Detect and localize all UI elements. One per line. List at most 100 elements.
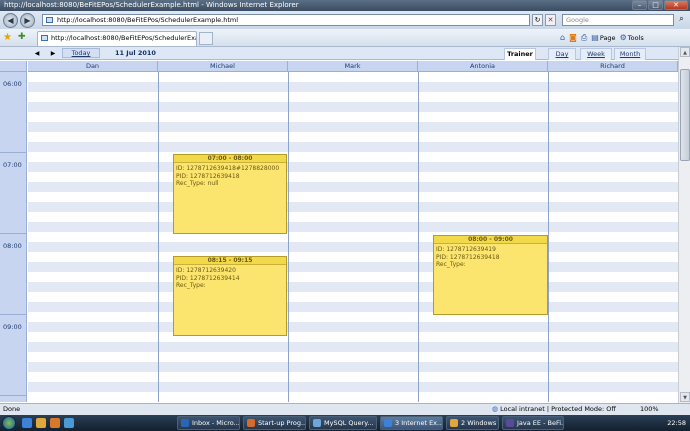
tab-day[interactable]: Day (548, 48, 576, 60)
hour-label: 09:00 (3, 323, 22, 331)
tools-menu[interactable]: ⚙ Tools (620, 32, 644, 44)
column-divider (548, 72, 549, 402)
appointment-pid: PID: 1278712639418 (436, 253, 500, 261)
scroll-thumb[interactable] (680, 69, 690, 161)
taskbar-item-label: 3 Internet Ex... (395, 419, 443, 427)
minimize-button[interactable]: – (632, 0, 647, 10)
search-input[interactable]: Google (562, 14, 674, 26)
appointment-card[interactable]: 08:15 - 09:15 ID: 1278712639420 PID: 127… (173, 256, 287, 336)
new-tab-button[interactable] (199, 32, 213, 45)
hour-label: 06:00 (3, 80, 22, 88)
home-button[interactable]: ⌂ (560, 32, 565, 44)
today-button[interactable]: Today (62, 48, 100, 58)
time-gutter: 06:00 07:00 08:00 09:00 (0, 72, 27, 402)
globe-icon: ◍ (492, 405, 499, 413)
maximize-button[interactable]: □ (648, 0, 663, 10)
system-tray: 22:58 (636, 416, 690, 430)
app-quicklaunch-icon[interactable] (64, 418, 74, 428)
browser-tab[interactable]: http://localhost:8080/BeFitEPos/Schedule… (37, 31, 197, 46)
appointment-card[interactable]: 07:00 - 08:00 ID: 1278712639418#12788280… (173, 154, 287, 234)
prev-date-button[interactable]: ◀ (30, 49, 44, 58)
feeds-button[interactable]: ◙ (569, 32, 577, 44)
hour-label: 08:00 (3, 242, 22, 250)
status-text: Done (3, 405, 21, 413)
eclipse-icon (506, 419, 514, 427)
taskbar-item-mysql[interactable]: MySQL Query... (309, 416, 377, 430)
taskbar-item-ie[interactable]: 3 Internet Ex... (380, 416, 443, 430)
current-date: 11 Jul 2010 (115, 49, 156, 57)
close-button[interactable]: ✕ (664, 0, 688, 10)
column-divider (288, 72, 289, 402)
taskbar-item-windows[interactable]: 2 Windows ... (446, 416, 499, 430)
scheduler-toolbar: ◀ ▶ Today 11 Jul 2010 Trainer Day Week M… (0, 47, 678, 60)
zoom-level[interactable]: 100% (640, 404, 659, 415)
security-zone[interactable]: ◍ Local intranet | Protected Mode: Off (492, 404, 616, 415)
column-header-richard: Richard (548, 61, 678, 72)
column-divider (158, 72, 159, 402)
appointment-time: 07:00 - 08:00 (174, 155, 286, 163)
tab-bar: ★ ✚ http://localhost:8080/BeFitEPos/Sche… (0, 29, 690, 47)
taskbar-item-eclipse[interactable]: Java EE - BeFi... (502, 416, 564, 430)
print-icon: ⎙ (580, 33, 588, 42)
taskbar-item-startup[interactable]: Start-up Prog... (243, 416, 306, 430)
print-button[interactable]: ⎙ (581, 32, 587, 44)
scroll-up-button[interactable]: ▲ (680, 47, 690, 57)
page-icon (46, 17, 53, 23)
appointment-card[interactable]: 08:00 - 09:00 ID: 1278712639419 PID: 127… (433, 235, 548, 315)
column-header-antonia: Antonia (418, 61, 548, 72)
hour-divider (0, 233, 27, 234)
taskbar-item-outlook[interactable]: Inbox - Micro... (177, 416, 240, 430)
appointment-pid: PID: 1278712639418 (176, 172, 240, 180)
compat-view-button[interactable]: ↻ (532, 14, 543, 26)
taskbar-item-label: 2 Windows ... (461, 419, 498, 427)
tab-week[interactable]: Week (580, 48, 612, 60)
appointment-time: 08:00 - 09:00 (434, 236, 547, 244)
start-button[interactable] (2, 416, 16, 430)
address-bar: ◀ ▶ http://localhost:8080/BeFitEPos/Sche… (0, 11, 690, 29)
security-zone-label: Local intranet | Protected Mode: Off (500, 405, 616, 413)
favorites-star-icon[interactable]: ★ (3, 32, 12, 43)
app-icon (247, 419, 255, 427)
chevron-down-icon: ▼ (683, 395, 687, 401)
search-placeholder: Google (566, 16, 589, 24)
stop-button[interactable]: ✕ (545, 14, 556, 26)
status-bar: Done ◍ Local intranet | Protected Mode: … (0, 403, 690, 415)
tab-page-icon (41, 35, 48, 41)
back-button[interactable]: ◀ (3, 13, 18, 28)
gear-icon: ⚙ (619, 33, 627, 42)
ie-icon (384, 419, 392, 427)
add-favorites-icon[interactable]: ✚ (18, 32, 26, 43)
taskbar-item-label: MySQL Query... (324, 419, 374, 427)
url-input[interactable]: http://localhost:8080/BeFitEPos/Schedule… (42, 14, 530, 26)
tab-trainer[interactable]: Trainer (504, 48, 536, 60)
ie-quicklaunch-icon[interactable] (22, 418, 32, 428)
vertical-scrollbar[interactable]: ▲ ▼ (678, 47, 690, 403)
column-header-mark: Mark (288, 61, 418, 72)
time-slots[interactable] (28, 72, 678, 402)
column-header-michael: Michael (158, 61, 288, 72)
clock[interactable]: 22:58 (667, 416, 686, 430)
firefox-quicklaunch-icon[interactable] (50, 418, 60, 428)
tab-month[interactable]: Month (614, 48, 646, 60)
window-title-bar: http://localhost:8080/BeFitEPos/Schedule… (0, 0, 690, 11)
appointment-id: ID: 1278712639418#1278828000 (176, 165, 280, 172)
forward-button[interactable]: ▶ (20, 13, 35, 28)
column-divider (418, 72, 419, 402)
next-date-button[interactable]: ▶ (46, 49, 60, 58)
search-button[interactable]: ⌕ (676, 14, 687, 26)
appointment-rec-type: Rec_Type: null (176, 180, 219, 187)
hour-label: 07:00 (3, 161, 22, 169)
page-menu-label: Page (599, 34, 616, 42)
page-menu[interactable]: ▤ Page (591, 32, 615, 44)
search-icon: ⌕ (679, 14, 684, 23)
feeds-icon: ◙ (569, 33, 577, 42)
taskbar: Inbox - Micro... Start-up Prog... MySQL … (0, 415, 690, 431)
folder-quicklaunch-icon[interactable] (36, 418, 46, 428)
refresh-icon: ↻ (534, 16, 541, 24)
outlook-icon (181, 419, 189, 427)
hour-divider (0, 395, 27, 396)
stop-icon: ✕ (547, 16, 554, 24)
column-header-dan: Dan (28, 61, 158, 72)
hour-divider (0, 152, 27, 153)
scroll-down-button[interactable]: ▼ (680, 392, 690, 402)
